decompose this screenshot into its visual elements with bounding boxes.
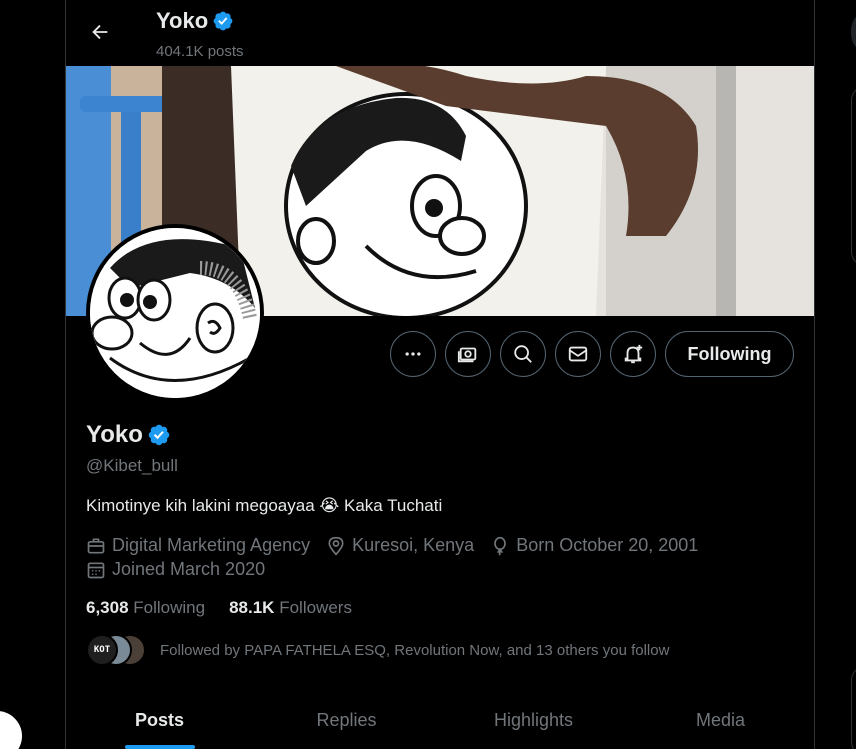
birthday-text: Born October 20, 2001 — [516, 535, 699, 555]
display-name: Yoko — [86, 421, 143, 448]
verified-badge-icon[interactable] — [147, 423, 171, 447]
profile-header: Yoko 404.1K posts — [66, 0, 814, 66]
subscribe-button[interactable] — [445, 331, 491, 377]
user-handle: @Kibet_bull — [86, 456, 178, 475]
tab-replies[interactable]: Replies — [253, 690, 440, 749]
post-count: 404.1K posts — [156, 43, 244, 60]
birthday-item: Born October 20, 2001 — [490, 535, 698, 556]
tab-highlights[interactable]: Highlights — [440, 690, 627, 749]
bell-plus-icon — [624, 344, 643, 364]
category-text: Digital Marketing Agency — [112, 535, 311, 555]
column-divider-right — [814, 0, 815, 749]
profile-meta-row: Digital Marketing Agency Kuresoi, Kenya … — [86, 535, 714, 556]
briefcase-icon — [87, 538, 105, 553]
back-button[interactable] — [82, 14, 118, 50]
message-button[interactable] — [555, 331, 601, 377]
verified-badge-icon — [213, 11, 233, 31]
profile-tabs: Posts Replies Highlights Media — [66, 690, 814, 749]
sidebar-card — [851, 86, 856, 266]
following-label: Following — [133, 598, 206, 617]
follow-stats: 6,308 Following 88.1K Followers — [86, 598, 352, 618]
joined-item: Joined March 2020 — [86, 559, 265, 580]
header-name: Yoko — [156, 8, 209, 33]
notifications-button[interactable] — [610, 331, 656, 377]
money-icon — [457, 347, 477, 363]
tab-label: Highlights — [493, 710, 574, 730]
profile-actions: Following — [0, 331, 856, 377]
followers-label: Followers — [279, 598, 352, 617]
user-bio: Kimotinye kih lakini megoayaa 😭 Kaka Tuc… — [86, 496, 443, 515]
tab-media[interactable]: Media — [627, 690, 814, 749]
envelope-icon — [568, 346, 588, 362]
tab-posts[interactable]: Posts — [66, 690, 253, 749]
joined-text: Joined March 2020 — [112, 559, 266, 579]
tab-label: Replies — [316, 710, 377, 730]
location-pin-icon — [328, 536, 344, 556]
sidebar-card — [851, 666, 856, 749]
search-box[interactable] — [851, 10, 856, 54]
following-stat[interactable]: 6,308 Following — [86, 598, 205, 618]
avatar-text: KOT — [93, 645, 111, 655]
location-text: Kuresoi, Kenya — [352, 535, 475, 555]
search-icon — [514, 345, 532, 363]
followed-by-text: Followed by PAPA FATHELA ESQ, Revolution… — [160, 641, 670, 659]
search-button[interactable] — [500, 331, 546, 377]
balloon-icon — [494, 536, 507, 556]
category-item: Digital Marketing Agency — [86, 535, 310, 556]
tab-label: Posts — [134, 710, 185, 730]
header-title: Yoko — [156, 8, 234, 34]
followers-stat[interactable]: 88.1K Followers — [229, 598, 352, 618]
active-tab-indicator — [124, 745, 195, 749]
location-item: Kuresoi, Kenya — [326, 535, 474, 556]
profile-meta-row-2: Joined March 2020 — [86, 559, 281, 580]
profile-name: Yoko — [86, 421, 171, 449]
followed-by[interactable]: KOT Followed by PAPA FATHELA ESQ, Revolu… — [86, 634, 669, 666]
follower-avatars: KOT — [86, 634, 148, 666]
following-button[interactable]: Following — [665, 331, 794, 377]
more-icon — [405, 352, 421, 356]
followers-count: 88.1K — [229, 598, 275, 617]
back-arrow-icon — [92, 24, 108, 40]
tab-label: Media — [695, 710, 746, 730]
following-count: 6,308 — [86, 598, 129, 617]
avatar: KOT — [86, 634, 118, 666]
more-button[interactable] — [390, 331, 436, 377]
calendar-icon — [87, 562, 105, 578]
